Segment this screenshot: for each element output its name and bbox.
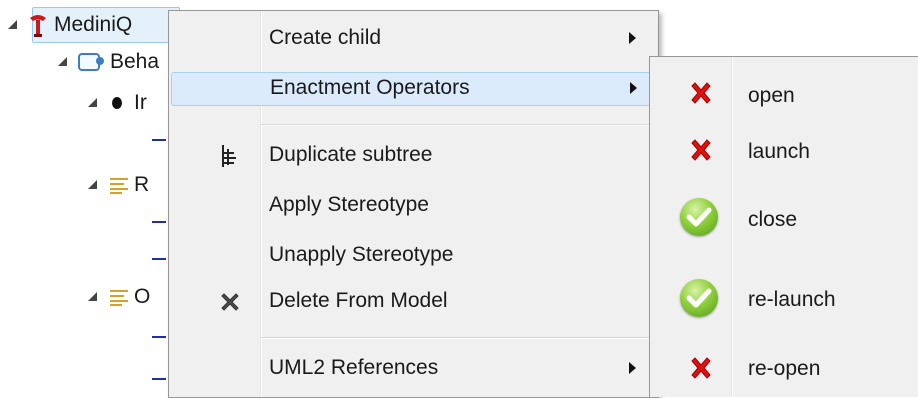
menu-item-delete-from-model[interactable]: Delete From Model [169, 285, 658, 319]
green-check-icon [680, 198, 718, 236]
menu-item-label: UML2 References [269, 356, 439, 379]
expand-toggle-icon[interactable] [58, 57, 68, 67]
model-icon [28, 13, 48, 37]
submenu-arrow-icon [629, 32, 636, 44]
delete-x-icon [219, 291, 241, 315]
menu-item-uml2-references[interactable]: UML2 References [169, 352, 658, 386]
submenu-item-launch[interactable]: launch [650, 132, 918, 172]
tree-child-dash [152, 378, 166, 380]
tree-node3-label: O [134, 285, 151, 308]
submenu-item-re-open[interactable]: re-open [650, 349, 918, 389]
tree-row-behavior[interactable]: Beha [58, 47, 159, 77]
red-x-icon [688, 80, 714, 106]
submenu-item-close[interactable]: close [650, 190, 918, 250]
tree-node2-label: R [134, 173, 150, 196]
menu-item-label: Duplicate subtree [269, 143, 433, 166]
duplicate-subtree-icon [217, 144, 239, 168]
menu-item-label: Enactment Operators [270, 76, 470, 99]
red-x-icon [688, 137, 714, 163]
menu-item-create-child[interactable]: Create child [169, 22, 658, 56]
expand-toggle-icon[interactable] [88, 292, 98, 302]
tree-row-node3[interactable]: O [88, 282, 150, 312]
menu-item-label: Apply Stereotype [269, 193, 429, 216]
expand-toggle-icon[interactable] [8, 20, 18, 30]
tree-root-label: MediniQ [54, 13, 133, 36]
context-menu: Create child Enactment Operators Duplica… [168, 10, 659, 398]
submenu-arrow-icon [629, 362, 636, 374]
menu-item-label: Unapply Stereotype [269, 243, 454, 266]
menu-item-unapply-stereotype[interactable]: Unapply Stereotype [169, 239, 658, 273]
menu-item-duplicate-subtree[interactable]: Duplicate subtree [169, 139, 658, 173]
submenu-item-label: re-open [748, 357, 821, 380]
tree-row-root[interactable]: MediniQ [8, 10, 132, 40]
submenu-item-re-launch[interactable]: re-launch [650, 271, 918, 331]
initial-node-icon [112, 97, 122, 109]
submenu-item-label: launch [748, 140, 810, 163]
submenu-item-open[interactable]: open [650, 75, 918, 115]
submenu-item-label: close [748, 208, 798, 231]
stereotype-icon [110, 176, 128, 194]
tree-child-dash [152, 336, 166, 338]
red-x-icon [688, 355, 714, 381]
submenu-item-label: open [748, 84, 795, 107]
menu-item-enactment-operators[interactable]: Enactment Operators [171, 72, 655, 106]
behavior-icon [78, 53, 104, 71]
tree-node1-label: Ir [134, 91, 147, 114]
expand-toggle-icon[interactable] [88, 98, 98, 108]
tree-child-dash [152, 139, 166, 141]
tree-row-node1[interactable]: Ir [88, 88, 147, 118]
submenu-item-label: re-launch [748, 288, 836, 311]
tree-child-dash [152, 258, 166, 260]
expand-toggle-icon[interactable] [88, 180, 98, 190]
submenu-arrow-icon [630, 82, 637, 94]
menu-item-label: Create child [269, 26, 382, 49]
tree-behavior-label: Beha [110, 50, 160, 73]
menu-separator [261, 337, 653, 339]
menu-separator [261, 124, 653, 126]
tree-row-node2[interactable]: R [88, 170, 149, 200]
stereotype-icon [110, 288, 128, 306]
tree-child-dash [152, 221, 166, 223]
enactment-operators-submenu: open launch close re-launch re-open [649, 56, 918, 397]
menu-item-apply-stereotype[interactable]: Apply Stereotype [169, 189, 658, 223]
green-check-icon [680, 279, 718, 317]
menu-item-label: Delete From Model [269, 289, 448, 312]
